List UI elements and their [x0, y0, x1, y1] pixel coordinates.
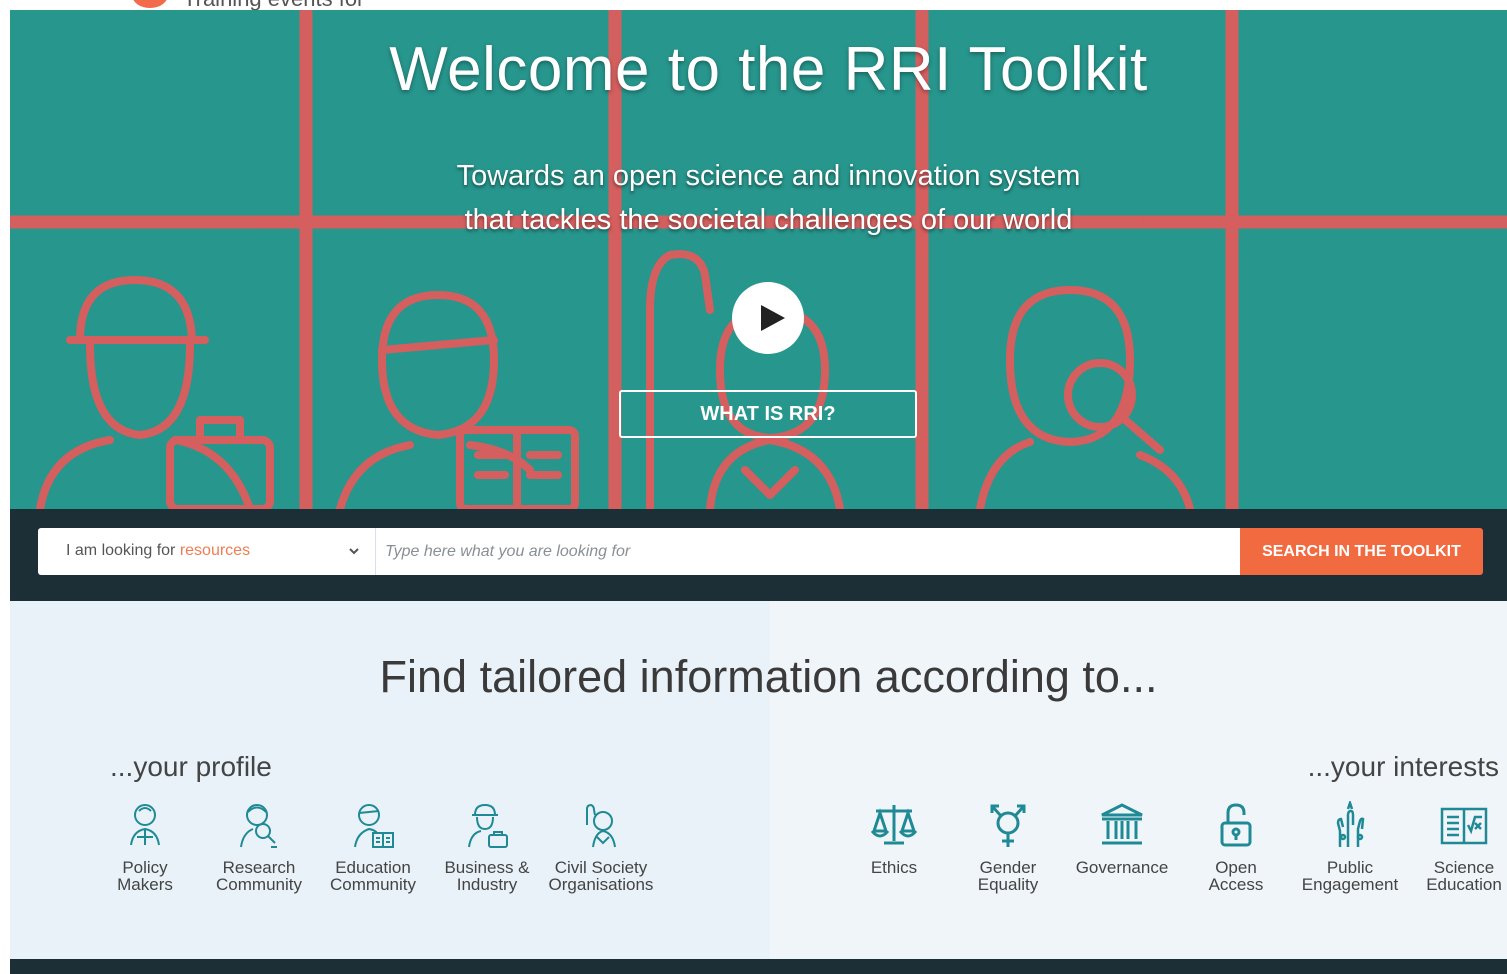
- tailored-info-section: Find tailored information according to..…: [10, 601, 1507, 959]
- interest-label-line1: Science: [1433, 858, 1495, 877]
- policy-makers-icon: [130, 804, 160, 846]
- profile-label-line2: Organisations: [548, 875, 654, 894]
- profile-label-line1: Research: [222, 858, 296, 877]
- gender-symbol-icon: [990, 804, 1026, 847]
- chevron-down-icon: [349, 548, 359, 555]
- notification-dot-icon: [132, 0, 168, 8]
- ethics-scales-icon: [870, 805, 918, 845]
- select-prefix: I am looking for: [66, 542, 180, 559]
- profile-research-community[interactable]: Research Community: [202, 801, 316, 893]
- hero-subtitle-line1: Towards an open science and innovation s…: [456, 160, 1081, 192]
- play-video-button[interactable]: [732, 282, 804, 354]
- select-value: resources: [179, 542, 251, 559]
- top-strip: Training events for: [0, 0, 1507, 10]
- page: Training events for: [0, 0, 1507, 974]
- research-community-icon: [240, 804, 277, 848]
- interest-label-line1: Governance: [1075, 858, 1169, 877]
- interest-open-access[interactable]: Open Access: [1179, 801, 1293, 893]
- profile-label-line2: Community: [330, 875, 416, 894]
- interest-science-education[interactable]: Science Education: [1407, 801, 1507, 893]
- interest-label-line2: Equality: [977, 875, 1039, 894]
- interest-gender-equality[interactable]: Gender Equality: [951, 801, 1065, 893]
- interest-governance[interactable]: Governance: [1065, 801, 1179, 876]
- interest-label-line2: Access: [1208, 875, 1264, 894]
- interests-subheading: ...your interests: [1307, 751, 1499, 782]
- profile-label-line2: Makers: [117, 875, 173, 894]
- hero-subtitle-line2: that tackles the societal challenges of …: [464, 204, 1073, 236]
- interest-label-line1: Ethics: [870, 858, 918, 877]
- profile-label-line1: Civil Society: [554, 858, 648, 877]
- profile-policy-makers[interactable]: Policy Makers: [88, 801, 202, 893]
- footer-bar: [10, 959, 1507, 974]
- top-strip-text[interactable]: Training events for: [183, 0, 364, 10]
- education-community-icon: [354, 804, 394, 848]
- civil-society-icon: [586, 803, 616, 848]
- profile-subheading: ...your profile: [110, 751, 272, 782]
- profile-label-line1: Policy: [122, 858, 168, 877]
- interest-label-line1: Gender: [979, 858, 1037, 877]
- interest-ethics[interactable]: Ethics: [837, 801, 951, 876]
- what-is-rri-button[interactable]: WHAT IS RRI?: [619, 390, 917, 438]
- interest-label-line2: Engagement: [1301, 875, 1399, 894]
- profile-label-line2: Industry: [456, 875, 518, 894]
- raised-hands-icon: [1336, 801, 1365, 847]
- governance-building-icon: [1101, 803, 1143, 845]
- resource-type-label: I am looking for resources: [66, 542, 250, 560]
- play-icon: [761, 305, 785, 331]
- interest-label-line1: Open: [1215, 858, 1257, 877]
- profile-education-community[interactable]: Education Community: [316, 801, 430, 893]
- hero-title: Welcome to the RRI Toolkit: [389, 35, 1148, 104]
- hero-banner: Welcome to the RRI Toolkit Towards an op…: [10, 10, 1507, 509]
- open-book-icon: [1440, 807, 1488, 845]
- search-bar: I am looking for resources SEARCH IN THE…: [10, 509, 1507, 601]
- interest-public-engagement[interactable]: Public Engagement: [1293, 801, 1407, 893]
- business-industry-icon: [468, 803, 508, 848]
- profile-label-line1: Business &: [444, 858, 530, 877]
- open-padlock-icon: [1220, 803, 1252, 847]
- profile-civil-society[interactable]: Civil Society Organisations: [544, 801, 658, 893]
- profile-label-line2: Community: [216, 875, 302, 894]
- tailored-heading: Find tailored information according to..…: [379, 651, 1158, 702]
- search-toolkit-button[interactable]: SEARCH IN THE TOOLKIT: [1240, 528, 1483, 575]
- profile-label-line1: Education: [335, 858, 411, 877]
- profile-business-industry[interactable]: Business & Industry: [430, 801, 544, 893]
- resource-type-select[interactable]: I am looking for resources: [38, 528, 376, 575]
- interest-label-line2: Education: [1426, 875, 1502, 894]
- search-input[interactable]: [376, 528, 1240, 575]
- interest-label-line1: Public: [1326, 858, 1374, 877]
